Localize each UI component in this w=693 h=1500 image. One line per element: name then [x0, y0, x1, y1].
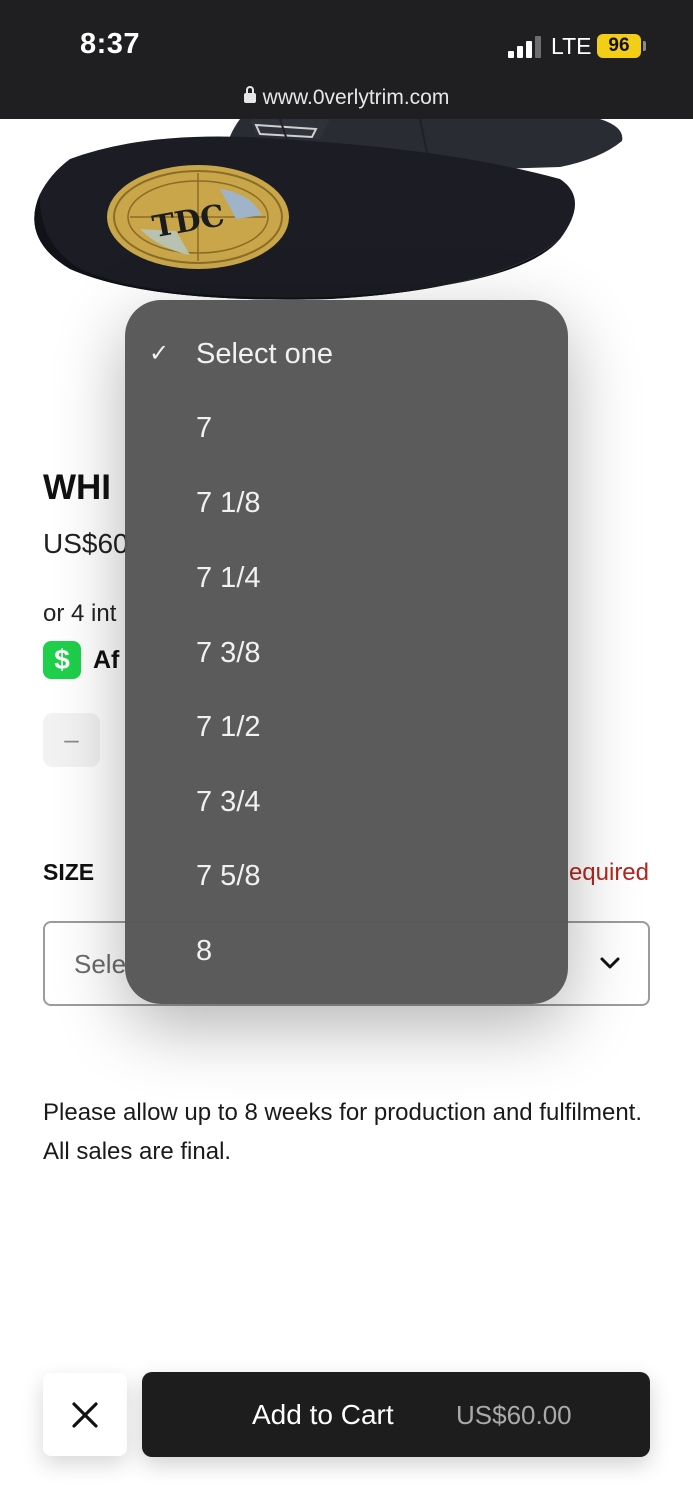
address-bar[interactable]: www.0verlytrim.com	[0, 86, 693, 110]
battery-tip	[643, 41, 646, 51]
size-option-select-one[interactable]: ✓ Select one	[125, 318, 568, 390]
size-options-menu: ✓ Select one 7 7 1/8 7 1/4 7 3/8 7 1/2 7…	[125, 300, 568, 1004]
size-label: SIZE	[43, 859, 95, 885]
installments-text: or 4 int	[43, 600, 117, 627]
close-button[interactable]	[43, 1373, 127, 1456]
size-option-7-3-8[interactable]: 7 3/8	[125, 617, 568, 689]
required-label: equired	[568, 859, 649, 886]
close-icon	[72, 1402, 98, 1428]
status-bar: 8:37 LTE 96 www.0verlytrim.com	[0, 0, 693, 119]
fulfillment-note: Please allow up to 8 weeks for productio…	[43, 1099, 643, 1165]
size-option-label: 7	[196, 412, 213, 444]
size-option-7-5-8[interactable]: 7 5/8	[125, 840, 568, 912]
size-option-label: 7 3/4	[196, 786, 261, 818]
size-option-7-1-4[interactable]: 7 1/4	[125, 542, 568, 614]
size-select-value: Sele	[74, 949, 127, 979]
battery-icon: 96	[597, 34, 641, 58]
size-option-7-3-4[interactable]: 7 3/4	[125, 766, 568, 838]
size-option-label: 7 1/2	[196, 711, 261, 743]
size-option-8[interactable]: 8	[125, 915, 568, 987]
size-option-label: 7 1/4	[196, 562, 261, 594]
size-option-label: 7 3/8	[196, 637, 261, 669]
cashapp-icon: $	[43, 641, 81, 679]
size-option-label: 7 1/8	[196, 487, 261, 519]
size-option-7[interactable]: 7	[125, 392, 568, 464]
lock-icon	[243, 86, 256, 103]
size-option-7-1-2[interactable]: 7 1/2	[125, 691, 568, 763]
product-price: US$60	[43, 528, 129, 559]
status-time: 8:37	[80, 28, 141, 60]
network-type: LTE	[551, 33, 592, 59]
url-text: www.0verlytrim.com	[262, 86, 450, 109]
product-image[interactable]: TDC	[0, 119, 693, 319]
add-to-cart-button[interactable]: Add to Cart US$60.00	[142, 1372, 650, 1457]
size-option-label: 7 5/8	[196, 860, 261, 892]
add-to-cart-label: Add to Cart	[252, 1399, 394, 1430]
chevron-down-icon	[600, 957, 620, 969]
afterpay-label[interactable]: Af	[93, 646, 119, 675]
checkmark-icon: ✓	[149, 340, 170, 367]
size-option-label: Select one	[196, 338, 334, 370]
size-option-label: 8	[196, 935, 213, 967]
product-title: WHI	[43, 468, 112, 507]
add-to-cart-price: US$60.00	[456, 1400, 572, 1430]
quantity-decrease-button[interactable]: –	[43, 713, 100, 767]
signal-icon	[508, 36, 544, 58]
size-option-7-1-8[interactable]: 7 1/8	[125, 467, 568, 539]
